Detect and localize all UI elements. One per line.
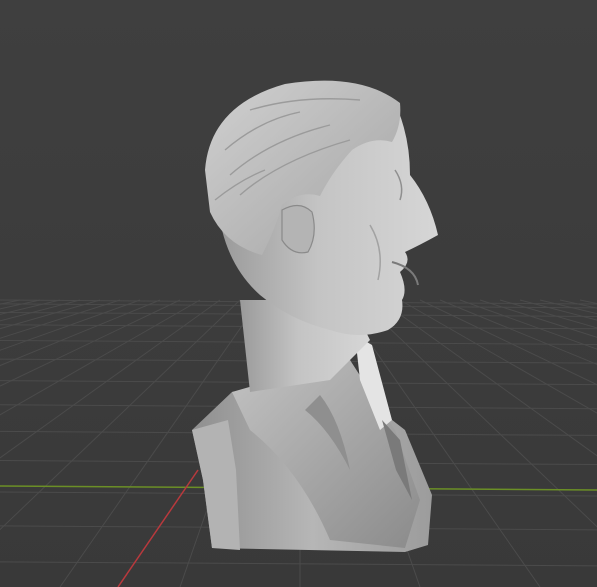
viewport-canvas[interactable] <box>0 0 597 587</box>
3d-viewport[interactable] <box>0 0 597 587</box>
bust-ear <box>281 204 315 254</box>
